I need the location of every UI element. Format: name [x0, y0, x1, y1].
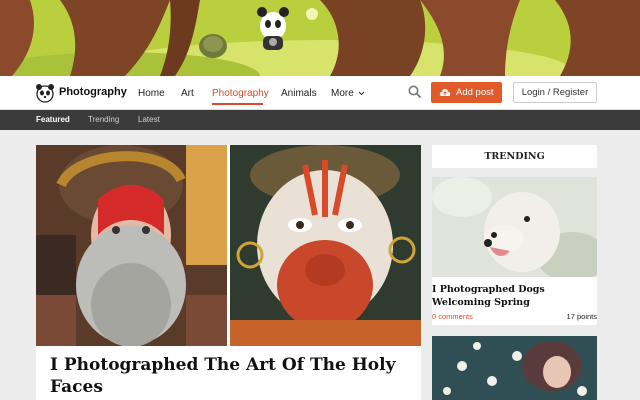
search-icon[interactable]	[408, 85, 422, 99]
top-header: Photography Home Art Photography Animals…	[0, 76, 640, 110]
brand-name[interactable]: Photography	[59, 86, 127, 98]
trending-post-image-2[interactable]	[432, 336, 597, 400]
trending-post-card[interactable]: I Photographed Dogs Welcoming Spring 0 c…	[432, 177, 597, 325]
featured-post-card[interactable]: I Photographed The Art Of The Holy Faces	[36, 145, 421, 400]
post-photo-sadhu[interactable]	[36, 145, 227, 346]
trending-heading: TRENDING	[432, 145, 597, 168]
trending-post-card-2[interactable]	[432, 336, 597, 400]
trending-post-image[interactable]	[432, 177, 597, 277]
nav-item-photography[interactable]: Photography	[212, 88, 269, 99]
post-title[interactable]: I Photographed The Art Of The Holy Faces	[50, 354, 400, 398]
panda-logo-icon[interactable]	[35, 83, 55, 103]
sub-navigation: Featured Trending Latest	[0, 110, 640, 130]
cloud-upload-icon	[439, 88, 451, 96]
header-banner-illustration	[0, 0, 640, 76]
nav-item-art[interactable]: Art	[181, 88, 194, 99]
nav-item-more-label: More	[331, 88, 354, 99]
nav-item-animals[interactable]: Animals	[281, 88, 317, 99]
nav-item-more[interactable]: More	[331, 88, 365, 99]
subnav-item-trending[interactable]: Trending	[88, 115, 119, 124]
login-register-button[interactable]: Login / Register	[513, 82, 597, 103]
subnav-item-featured[interactable]: Featured	[36, 115, 70, 124]
add-post-button[interactable]: Add post	[431, 82, 502, 103]
subnav-item-latest[interactable]: Latest	[138, 115, 160, 124]
add-post-label: Add post	[456, 87, 494, 98]
trending-post-title[interactable]: I Photographed Dogs Welcoming Spring	[432, 283, 597, 309]
trending-post-points: 17 points	[566, 312, 597, 321]
trending-post-comments[interactable]: 0 comments	[432, 312, 473, 321]
chevron-down-icon	[358, 91, 364, 96]
nav-item-home[interactable]: Home	[138, 88, 165, 99]
post-photo-hanuman[interactable]	[230, 145, 421, 346]
active-nav-underline	[212, 103, 263, 105]
